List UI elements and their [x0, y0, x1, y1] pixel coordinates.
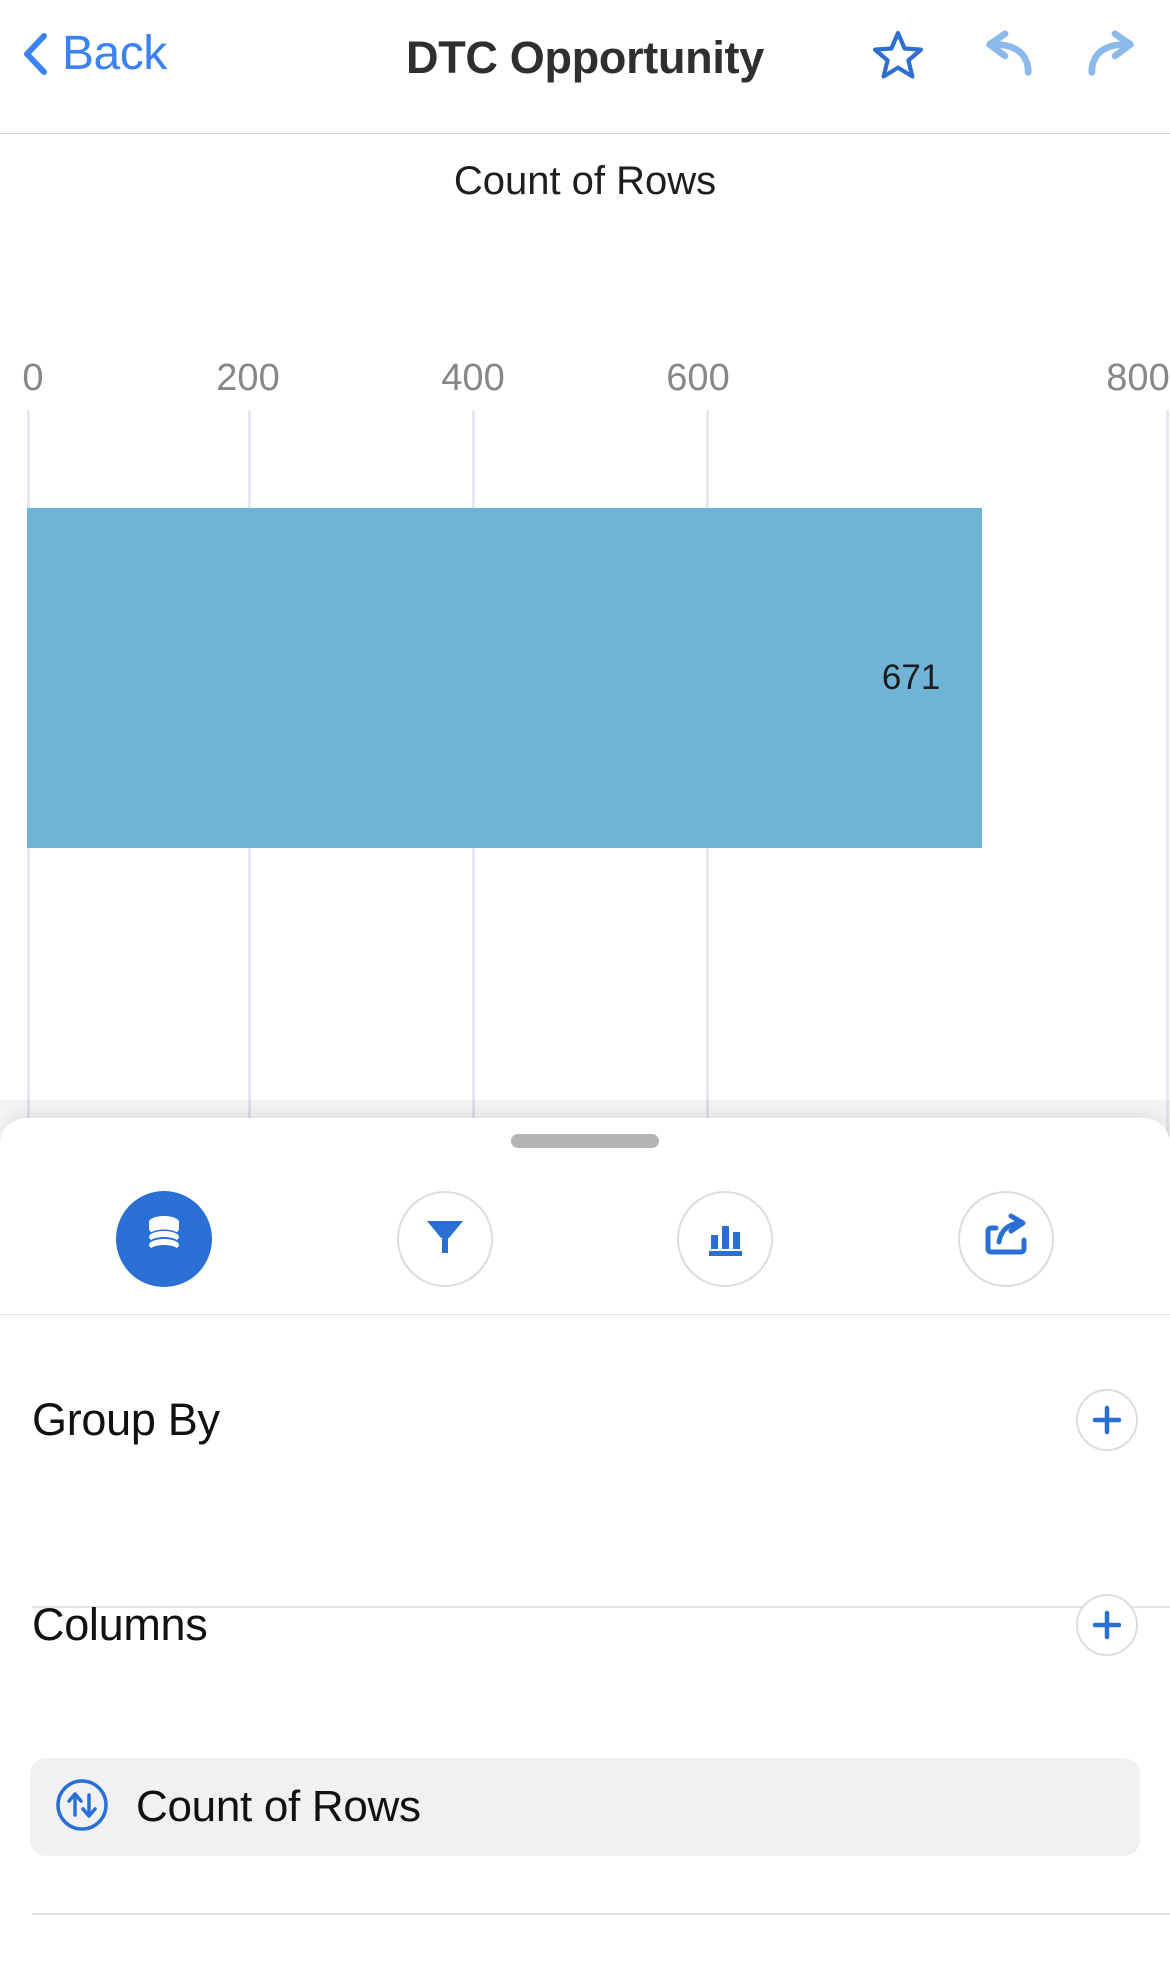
- data-source-button[interactable]: [116, 1190, 213, 1287]
- database-icon: [139, 1211, 189, 1266]
- columns-title: Columns: [32, 1599, 208, 1650]
- column-chip-count-of-rows[interactable]: Count of Rows: [30, 1758, 1140, 1856]
- chart-container: Count of Rows 0 200 400 600 800 671 Meas…: [0, 135, 1170, 1199]
- add-column-button[interactable]: [1076, 1594, 1138, 1656]
- add-group-by-button[interactable]: [1076, 1389, 1138, 1451]
- group-by-section: Group By: [0, 1368, 1170, 1472]
- axis-tick: 0: [22, 357, 44, 399]
- group-by-title: Group By: [32, 1394, 220, 1445]
- sheet-toolbar: [0, 1163, 1170, 1315]
- axis-tick: 800: [1106, 357, 1170, 399]
- redo-arrow-icon[interactable]: [1086, 26, 1142, 84]
- axis-tick: 400: [441, 357, 505, 399]
- x-axis-ticks: 0 200 400 600 800: [0, 357, 1170, 403]
- share-export-icon: [982, 1212, 1030, 1265]
- drag-handle[interactable]: [511, 1134, 659, 1148]
- group-by-header: Group By: [0, 1368, 1170, 1472]
- columns-section: Columns: [0, 1573, 1170, 1677]
- plot-area: 671: [0, 410, 1170, 1145]
- section-divider: [32, 1913, 1170, 1915]
- undo-arrow-icon[interactable]: [978, 26, 1034, 84]
- filter-button[interactable]: [396, 1190, 493, 1287]
- sort-arrows-icon: [54, 1777, 110, 1838]
- gridline: [1166, 410, 1169, 1145]
- nav-actions: [870, 26, 1142, 84]
- app-root: Back DTC Opportunity Count of Rows 0 200…: [0, 0, 1170, 1963]
- axis-tick: 600: [666, 357, 730, 399]
- bar-chart-icon: [702, 1213, 748, 1264]
- share-button[interactable]: [957, 1190, 1054, 1287]
- bottom-sheet: Group By Columns Count of Rows: [0, 1118, 1170, 1963]
- columns-header: Columns: [0, 1573, 1170, 1677]
- bar-value-label: 671: [881, 658, 941, 697]
- axis-tick: 200: [216, 357, 280, 399]
- navigation-bar: Back DTC Opportunity: [0, 0, 1170, 134]
- visualization-button[interactable]: [677, 1190, 774, 1287]
- bar-count-of-rows[interactable]: 671: [27, 508, 983, 848]
- column-chip-label: Count of Rows: [136, 1782, 421, 1831]
- bar-series: 671: [27, 508, 983, 848]
- funnel-icon: [422, 1213, 468, 1264]
- chart-title: Count of Rows: [453, 159, 717, 203]
- star-icon[interactable]: [870, 26, 926, 84]
